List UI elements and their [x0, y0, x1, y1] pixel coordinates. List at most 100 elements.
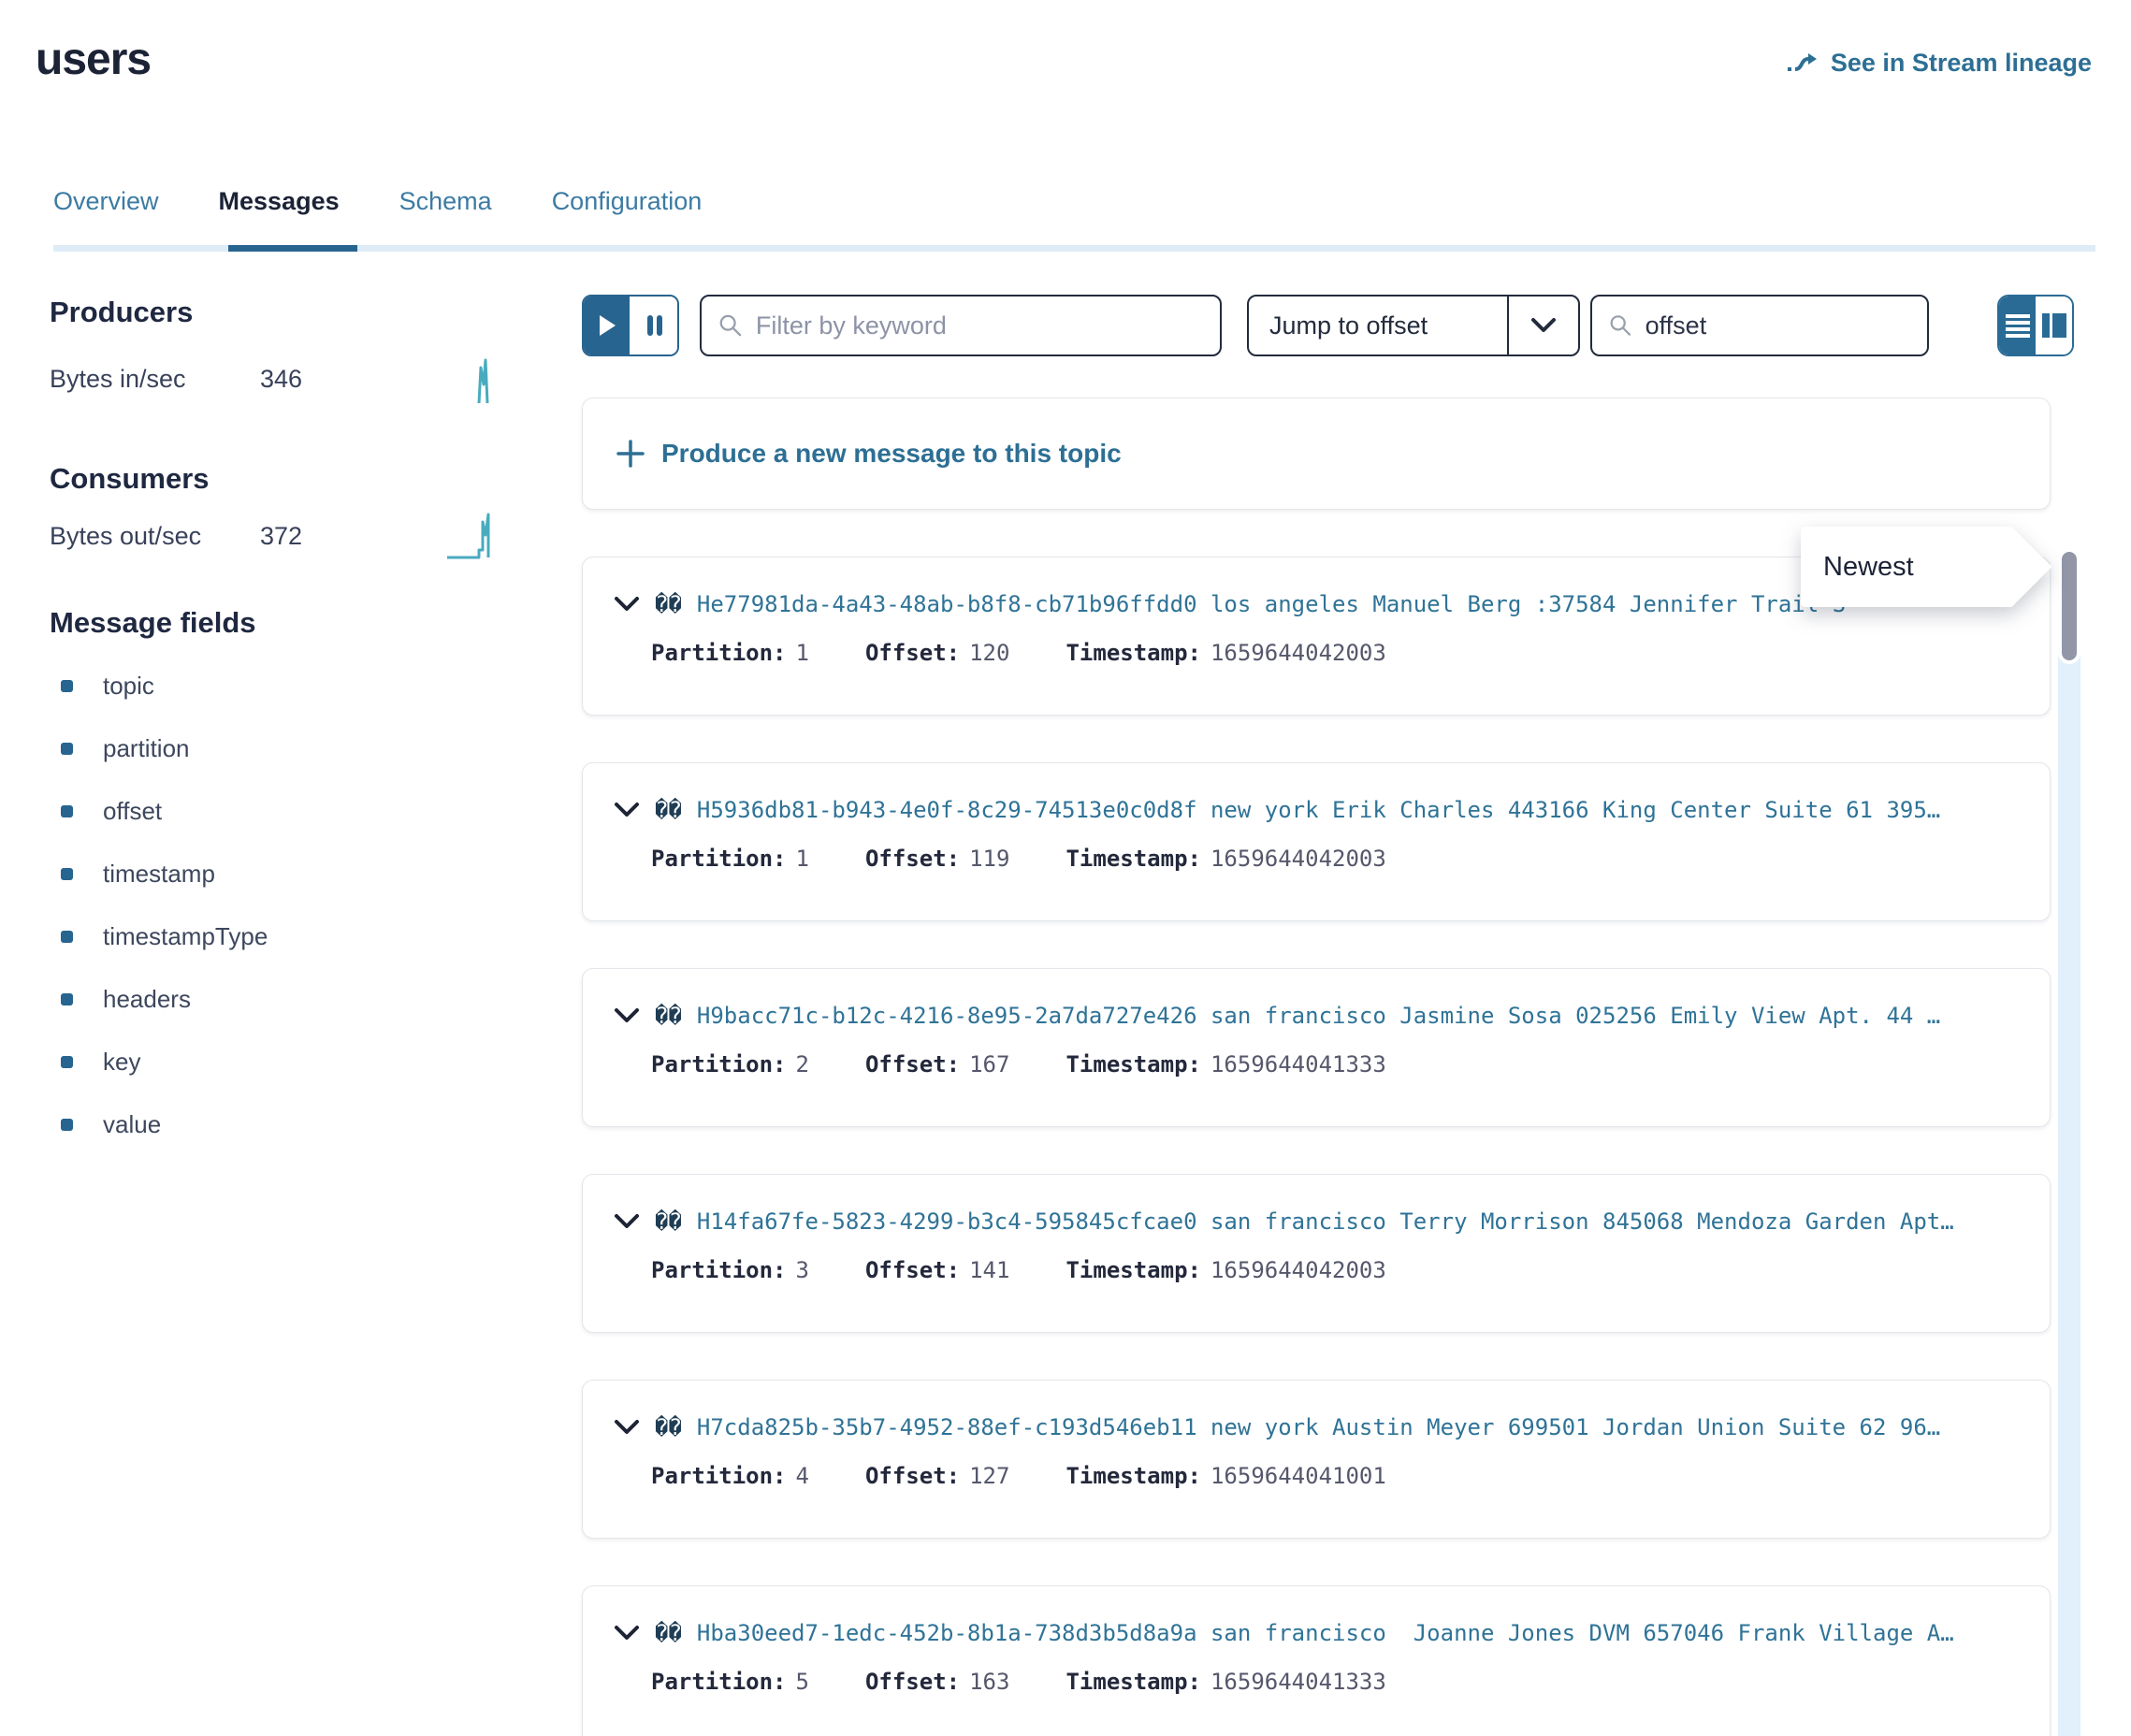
pause-button[interactable] — [630, 297, 677, 354]
produce-message-label: Produce a new message to this topic — [661, 439, 1122, 469]
messages-scrollbar-track[interactable] — [2058, 548, 2080, 1736]
field-item-timestamp[interactable]: timestamp — [61, 843, 268, 905]
message-key-text: Hba30eed7-1edc-452b-8b1a-738d3b5d8a9a sa… — [697, 1620, 1954, 1646]
key-binary-prefix: �� — [655, 1620, 682, 1646]
partition-label: Partition: — [651, 1669, 787, 1695]
message-meta: Partition: 3 Offset: 141 Timestamp: 1659644… — [651, 1257, 2022, 1283]
timestamp-label: Timestamp: — [1066, 1669, 1201, 1695]
keyword-filter-field — [700, 295, 1222, 356]
offset-value: 120 — [969, 640, 1009, 666]
field-item-timestampType[interactable]: timestampType — [61, 905, 268, 968]
field-item-offset[interactable]: offset — [61, 780, 268, 843]
bytes-out-sparkline — [445, 513, 498, 561]
play-button[interactable] — [584, 297, 630, 354]
bytes-in-value: 346 — [260, 365, 302, 394]
message-meta: Partition:2 Offset:167 Timestamp:1659644… — [651, 1051, 2022, 1078]
offset-label: Offset: — [865, 640, 960, 666]
message-fields-heading: Message fields — [50, 606, 256, 640]
field-item-partition[interactable]: partition — [61, 717, 268, 780]
field-item-topic[interactable]: topic — [61, 655, 268, 717]
jump-to-offset-select[interactable]: Jump to offset — [1247, 295, 1580, 356]
consumers-heading: Consumers — [50, 462, 210, 496]
list-view-icon — [2006, 312, 2030, 339]
timestamp-value: 1659644041333 — [1210, 1669, 1386, 1695]
partition-label: Partition: — [651, 846, 787, 872]
field-item-key[interactable]: key — [61, 1031, 268, 1093]
timestamp-value: 1659644042003 — [1210, 1257, 1386, 1283]
bullet-icon — [61, 743, 73, 755]
keyword-filter-input[interactable] — [756, 311, 1203, 340]
chevron-down-icon[interactable] — [614, 1007, 640, 1024]
timestamp-value: 1659644042003 — [1210, 846, 1386, 872]
field-item-headers[interactable]: headers — [61, 968, 268, 1031]
stream-lineage-link[interactable]: See in Stream lineage — [1786, 49, 2092, 78]
message-row[interactable]: �� H9bacc71c-b12c-4216-8e95-2a7da727e426… — [582, 968, 2051, 1127]
message-row[interactable]: �� H14fa67fe-5823-4299-b3c4-595845cfcae0… — [582, 1174, 2051, 1333]
search-icon — [718, 312, 743, 339]
bytes-in-label: Bytes in/sec — [50, 365, 260, 394]
partition-value: 2 — [796, 1051, 809, 1078]
offset-value: 127 — [969, 1463, 1009, 1489]
messages-scrollbar-thumb[interactable] — [2062, 552, 2077, 660]
message-row[interactable]: �� Hba30eed7-1edc-452b-8b1a-738d3b5d8a9a… — [582, 1585, 2051, 1736]
message-meta: Partition:1 Offset:120 Timestamp:1659644… — [651, 640, 2022, 666]
key-binary-prefix: �� — [655, 591, 682, 617]
offset-label: Offset: — [865, 846, 960, 872]
timestamp-label: Timestamp: — [1066, 1257, 1201, 1283]
offset-value: 163 — [969, 1669, 1009, 1695]
message-row[interactable]: �� H5936db81-b943-4e0f-8c29-74513e0c0d8f… — [582, 762, 2051, 921]
partition-value: 1 — [796, 846, 809, 872]
message-key-text: H14fa67fe-5823-4299-b3c4-595845cfcae0 sa… — [697, 1208, 1954, 1235]
list-view-button[interactable] — [1999, 297, 2036, 354]
tab-schema[interactable]: Schema — [399, 187, 492, 242]
partition-label: Partition: — [651, 1257, 787, 1283]
partition-label: Partition: — [651, 640, 787, 666]
search-icon — [1609, 312, 1632, 339]
key-binary-prefix: �� — [655, 797, 682, 823]
timestamp-value: 1659644042003 — [1210, 640, 1386, 666]
offset-label: Offset: — [865, 1257, 960, 1283]
page-title: users — [36, 34, 151, 85]
bytes-in-sparkline — [466, 358, 498, 405]
live-consume-toggle — [582, 295, 679, 356]
partition-value: 3 — [796, 1257, 809, 1283]
timestamp-label: Timestamp: — [1066, 1463, 1201, 1489]
tab-messages[interactable]: Messages — [219, 187, 340, 242]
partition-label: Partition: — [651, 1463, 787, 1489]
key-binary-prefix: �� — [655, 1208, 682, 1235]
bullet-icon — [61, 931, 73, 943]
timestamp-label: Timestamp: — [1066, 640, 1201, 666]
message-fields-list: topic partition offset timestamp timesta… — [61, 655, 268, 1156]
offset-search-input[interactable] — [1645, 311, 1910, 340]
chevron-down-icon[interactable] — [614, 596, 640, 613]
offset-value: 167 — [969, 1051, 1009, 1078]
key-binary-prefix: �� — [655, 1003, 682, 1029]
timestamp-value: 1659644041333 — [1210, 1051, 1386, 1078]
offset-label: Offset: — [865, 1669, 960, 1695]
pause-icon — [645, 313, 664, 338]
message-row[interactable]: �� H7cda825b-35b7-4952-88ef-c193d546eb11… — [582, 1380, 2051, 1539]
field-item-value[interactable]: value — [61, 1093, 268, 1156]
offset-value: 119 — [969, 846, 1009, 872]
chevron-down-icon[interactable] — [614, 1419, 640, 1436]
message-meta: Partition:1 Offset:119 Timestamp:1659644… — [651, 846, 2022, 872]
partition-label: Partition: — [651, 1051, 787, 1078]
message-key-text: H5936db81-b943-4e0f-8c29-74513e0c0d8f ne… — [697, 797, 1940, 823]
lineage-link-label: See in Stream lineage — [1831, 49, 2092, 78]
column-view-button[interactable] — [2036, 297, 2072, 354]
tooltip-label: Newest — [1801, 527, 2014, 607]
timestamp-label: Timestamp: — [1066, 1051, 1201, 1078]
tab-overview[interactable]: Overview — [53, 187, 159, 242]
lineage-arrow-icon — [1786, 51, 1819, 76]
chevron-down-icon[interactable] — [614, 1213, 640, 1230]
tab-configuration[interactable]: Configuration — [552, 187, 703, 242]
bullet-icon — [61, 993, 73, 1005]
chevron-down-icon — [1509, 317, 1578, 334]
chevron-down-icon[interactable] — [614, 1625, 640, 1642]
jump-select-value: Jump to offset — [1249, 311, 1507, 340]
partition-value: 5 — [796, 1669, 809, 1695]
offset-value: 141 — [969, 1257, 1009, 1283]
chevron-down-icon[interactable] — [614, 802, 640, 818]
produce-message-button[interactable]: Produce a new message to this topic — [582, 398, 2051, 510]
bullet-icon — [61, 805, 73, 817]
